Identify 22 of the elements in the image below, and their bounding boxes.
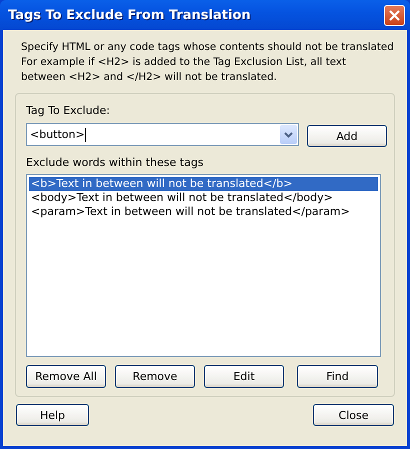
list-button[interactable]: Remove All <box>26 365 106 388</box>
close-icon <box>388 8 401 22</box>
caret-icon <box>284 132 293 138</box>
list-label: Exclude words within these tags <box>26 156 205 170</box>
field-label: Tag To Exclude: <box>26 104 111 118</box>
description-text: between <H2> and </H2> will not be translated. <box>21 70 277 85</box>
list-button[interactable]: Edit <box>204 365 284 388</box>
window-title: Tags To Exclude From Translation <box>8 8 251 22</box>
dropdown-button[interactable] <box>280 125 297 144</box>
dialog-button[interactable]: Close <box>313 404 394 426</box>
field-value: <button> <box>30 128 85 141</box>
close-button[interactable] <box>384 4 405 26</box>
tag-combo-box[interactable]: <button> <box>26 123 299 146</box>
list-item[interactable]: <param>Text in between will not be translated</param> <box>29 205 378 219</box>
list-button[interactable]: Remove <box>115 365 195 388</box>
list-item[interactable]: <b>Text in between will not be translated</b> <box>29 177 378 191</box>
description-text: Specify HTML or any code tags whose contents should not be translated <box>21 40 394 55</box>
list-item[interactable]: <body>Text in between will not be translated</body> <box>29 191 378 205</box>
dialog-button[interactable]: Help <box>16 404 89 426</box>
add-button[interactable]: Add <box>307 125 387 147</box>
list-button[interactable]: Find <box>297 365 378 388</box>
description-text: For example if <H2> is added to the Tag Exclusion List, all text <box>21 55 346 70</box>
